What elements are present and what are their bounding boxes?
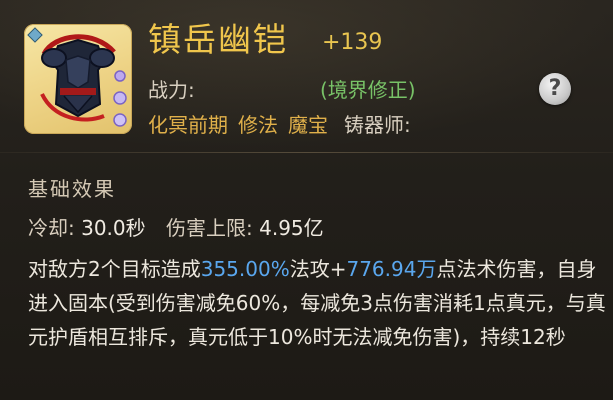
craftsman-label: 铸器师:	[344, 113, 411, 137]
tag-category: 魔宝	[288, 113, 328, 137]
item-tooltip-panel: 镇岳幽铠 +139 战力: (境界修正) ? 化冥前期 修法 魔宝 铸器师: 基础效果…	[0, 0, 613, 400]
help-button[interactable]: ?	[539, 73, 571, 105]
desc-text-2: 法攻+	[289, 257, 347, 281]
power-note: (境界修正)	[320, 78, 416, 102]
divider	[0, 152, 613, 153]
power-label: 战力:	[148, 78, 195, 102]
effect-description: 对敌方2个目标造成355.00%法攻+776.94万点法术伤害，自身进入固本(受…	[28, 252, 610, 354]
stats-line: 冷却: 30.0秒 伤害上限: 4.95亿	[28, 215, 338, 241]
section-title-basic-effects: 基础效果	[28, 177, 116, 201]
damage-cap-label: 伤害上限:	[166, 216, 253, 240]
damage-cap-value: 4.95亿	[259, 216, 324, 240]
desc-value-2: 776.94万	[346, 257, 437, 281]
tag-realm: 化冥前期	[148, 113, 228, 137]
armor-icon	[27, 27, 127, 127]
tag-type: 修法	[238, 113, 278, 137]
item-icon-card[interactable]	[24, 24, 132, 134]
desc-text-1: 对敌方2个目标造成	[28, 257, 201, 281]
item-tags: 化冥前期 修法 魔宝 铸器师:	[148, 112, 411, 138]
cooldown-label: 冷却:	[28, 216, 75, 240]
cooldown-value: 30.0秒	[81, 216, 146, 240]
desc-value-1: 355.00%	[200, 257, 290, 281]
item-level: +139	[322, 30, 383, 55]
item-name: 镇岳幽铠	[148, 20, 288, 59]
